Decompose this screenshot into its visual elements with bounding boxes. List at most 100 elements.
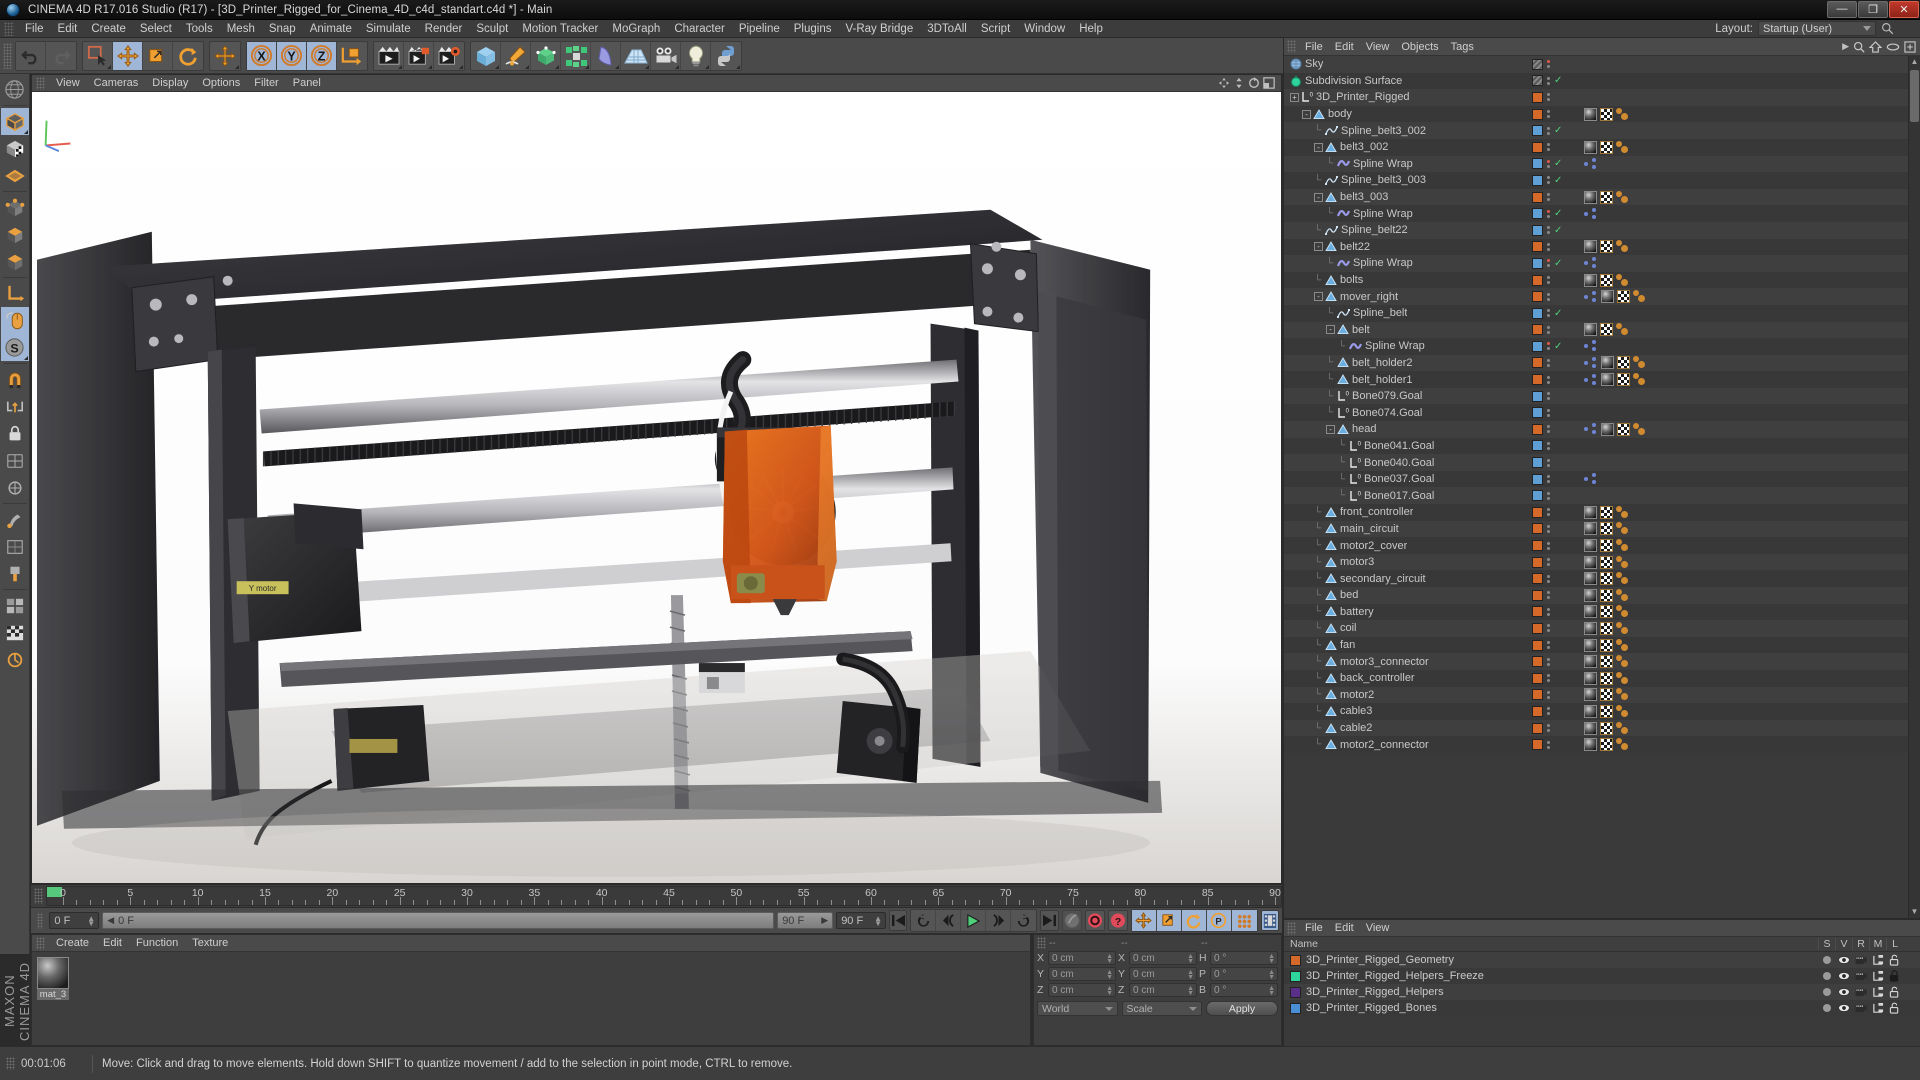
- visibility-dots[interactable]: [1543, 508, 1553, 517]
- render-visibility-dot[interactable]: [1546, 729, 1550, 733]
- time-scrubber[interactable]: ◀ 0 F: [102, 912, 775, 929]
- menu-file[interactable]: File: [18, 20, 51, 38]
- maximize-view-icon[interactable]: [1263, 77, 1275, 89]
- material-menu-edit[interactable]: Edit: [96, 937, 129, 949]
- menu-simulate[interactable]: Simulate: [359, 20, 418, 38]
- editor-visibility-dot[interactable]: [1546, 425, 1550, 429]
- editor-visibility-dot[interactable]: [1546, 441, 1550, 445]
- visibility-dots[interactable]: [1543, 408, 1553, 417]
- uvw-tag-icon[interactable]: [1617, 290, 1630, 304]
- enabled-checkmark-icon[interactable]: ✓: [1554, 208, 1562, 219]
- layer-row[interactable]: 3D_Printer_Rigged_Bones: [1284, 1000, 1920, 1016]
- uv-edit-icon[interactable]: [1, 533, 29, 560]
- phong-tag-icon[interactable]: [1616, 721, 1630, 735]
- render-visibility-dot[interactable]: [1546, 629, 1550, 633]
- layout-grid-icon[interactable]: [1, 592, 29, 619]
- viewport-menu-options[interactable]: Options: [195, 77, 247, 89]
- key-pla-button[interactable]: [1231, 910, 1257, 931]
- rotate-view-icon[interactable]: [1248, 77, 1260, 89]
- menu-plugins[interactable]: Plugins: [787, 20, 839, 38]
- enabled-checkmark-icon[interactable]: ✓: [1554, 125, 1562, 136]
- editor-visibility-dot[interactable]: [1546, 558, 1550, 562]
- layer-color-chip[interactable]: [1532, 374, 1543, 386]
- layer-lock-icon[interactable]: [1886, 970, 1903, 982]
- layer-menu-file[interactable]: File: [1299, 922, 1329, 934]
- layer-color-chip[interactable]: [1532, 506, 1543, 518]
- render-visibility-dot[interactable]: [1546, 297, 1550, 301]
- material-tag-icon[interactable]: [1584, 621, 1597, 635]
- editor-visibility-dot[interactable]: [1546, 491, 1550, 495]
- object-row[interactable]: - mover_right: [1284, 288, 1908, 305]
- xpresso-tag-icon[interactable]: [1584, 356, 1598, 369]
- scale-tool-button[interactable]: [143, 41, 173, 70]
- render-visibility-dot[interactable]: [1546, 380, 1550, 384]
- enabled-checkmark-icon[interactable]: ✓: [1554, 75, 1562, 86]
- visibility-dots[interactable]: [1543, 707, 1553, 716]
- object-row[interactable]: - belt22: [1284, 238, 1908, 256]
- add-array-button[interactable]: [561, 41, 591, 70]
- key-scale-button[interactable]: [1156, 910, 1182, 931]
- play-forward-button[interactable]: [1011, 910, 1036, 931]
- render-visibility-dot[interactable]: [1546, 131, 1550, 135]
- editor-visibility-dot[interactable]: [1546, 690, 1550, 694]
- render-visibility-dot[interactable]: [1546, 397, 1550, 401]
- material-tag-icon[interactable]: [1584, 721, 1597, 735]
- close-button[interactable]: ✕: [1889, 0, 1919, 18]
- layer-color-chip[interactable]: [1532, 589, 1543, 601]
- object-row[interactable]: └ belt_holder2: [1284, 354, 1908, 372]
- menu-create[interactable]: Create: [84, 20, 133, 38]
- add-floor-button[interactable]: [621, 41, 651, 70]
- render-visibility-dot[interactable]: [1546, 745, 1550, 749]
- uvw-tag-icon[interactable]: [1600, 588, 1613, 602]
- editor-visibility-dot[interactable]: [1546, 541, 1550, 545]
- uvw-tag-icon[interactable]: [1617, 373, 1630, 387]
- add-cube-button[interactable]: [471, 41, 501, 70]
- object-row[interactable]: └ battery: [1284, 603, 1908, 621]
- world-object-axis-button[interactable]: [337, 42, 367, 70]
- layer-manager-icon[interactable]: [1869, 1002, 1886, 1014]
- end-frame-field[interactable]: 90 F ▲ ▼: [836, 912, 886, 929]
- render-visibility-dot[interactable]: [1546, 430, 1550, 434]
- layer-color-chip[interactable]: [1532, 672, 1543, 684]
- material-tag-icon[interactable]: [1584, 588, 1597, 602]
- add-spline-button[interactable]: [501, 41, 531, 70]
- phong-tag-icon[interactable]: [1616, 273, 1630, 287]
- visibility-dots[interactable]: [1543, 724, 1553, 733]
- uvw-tag-icon[interactable]: [1600, 671, 1613, 685]
- expand-toggle-icon[interactable]: -: [1314, 192, 1323, 202]
- uvw-tag-icon[interactable]: [1600, 688, 1613, 702]
- apply-button[interactable]: Apply: [1206, 1001, 1278, 1016]
- stepper-icon-pz[interactable]: ▲ ▼: [1106, 985, 1113, 997]
- xpresso-tag-icon[interactable]: [1584, 373, 1598, 386]
- object-row[interactable]: └ 0 Bone074.Goal: [1284, 404, 1908, 422]
- lock-z-axis-button[interactable]: Z: [307, 41, 337, 70]
- object-row[interactable]: └ 0 Bone017.Goal: [1284, 487, 1908, 505]
- layer-menu-edit[interactable]: Edit: [1329, 922, 1360, 934]
- layer-lock-icon[interactable]: [1886, 954, 1903, 966]
- render-visibility-dot[interactable]: [1546, 712, 1550, 716]
- phong-tag-icon[interactable]: [1616, 572, 1630, 585]
- layer-color-chip[interactable]: [1532, 622, 1543, 634]
- layer-solo-dot[interactable]: [1818, 956, 1835, 964]
- phong-tag-icon[interactable]: [1616, 688, 1630, 701]
- mouse-tool-icon[interactable]: [0, 307, 29, 334]
- material-tag-icon[interactable]: [1584, 539, 1597, 553]
- layer-color-chip[interactable]: [1532, 390, 1543, 402]
- visibility-dots[interactable]: [1543, 176, 1553, 185]
- render-visibility-dot[interactable]: [1546, 115, 1550, 119]
- editor-visibility-dot[interactable]: [1546, 707, 1550, 711]
- layer-color-chip[interactable]: [1532, 722, 1543, 734]
- go-to-root-icon[interactable]: [1869, 40, 1882, 53]
- render-visibility-dot[interactable]: [1546, 496, 1550, 500]
- phong-tag-icon[interactable]: [1616, 655, 1630, 668]
- stepper-icon-px[interactable]: ▲ ▼: [1106, 953, 1113, 965]
- uvw-tag-icon[interactable]: [1600, 555, 1613, 569]
- menu-render[interactable]: Render: [418, 20, 470, 38]
- enabled-checkmark-icon[interactable]: ✓: [1554, 341, 1562, 352]
- visibility-dots[interactable]: [1543, 325, 1553, 334]
- menu-pipeline[interactable]: Pipeline: [732, 20, 787, 38]
- sculpt-brush-icon[interactable]: [1, 506, 29, 533]
- material-menu-texture[interactable]: Texture: [185, 937, 235, 949]
- layer-render-icon[interactable]: [1852, 987, 1869, 997]
- xpresso-tag-icon[interactable]: [1584, 257, 1598, 269]
